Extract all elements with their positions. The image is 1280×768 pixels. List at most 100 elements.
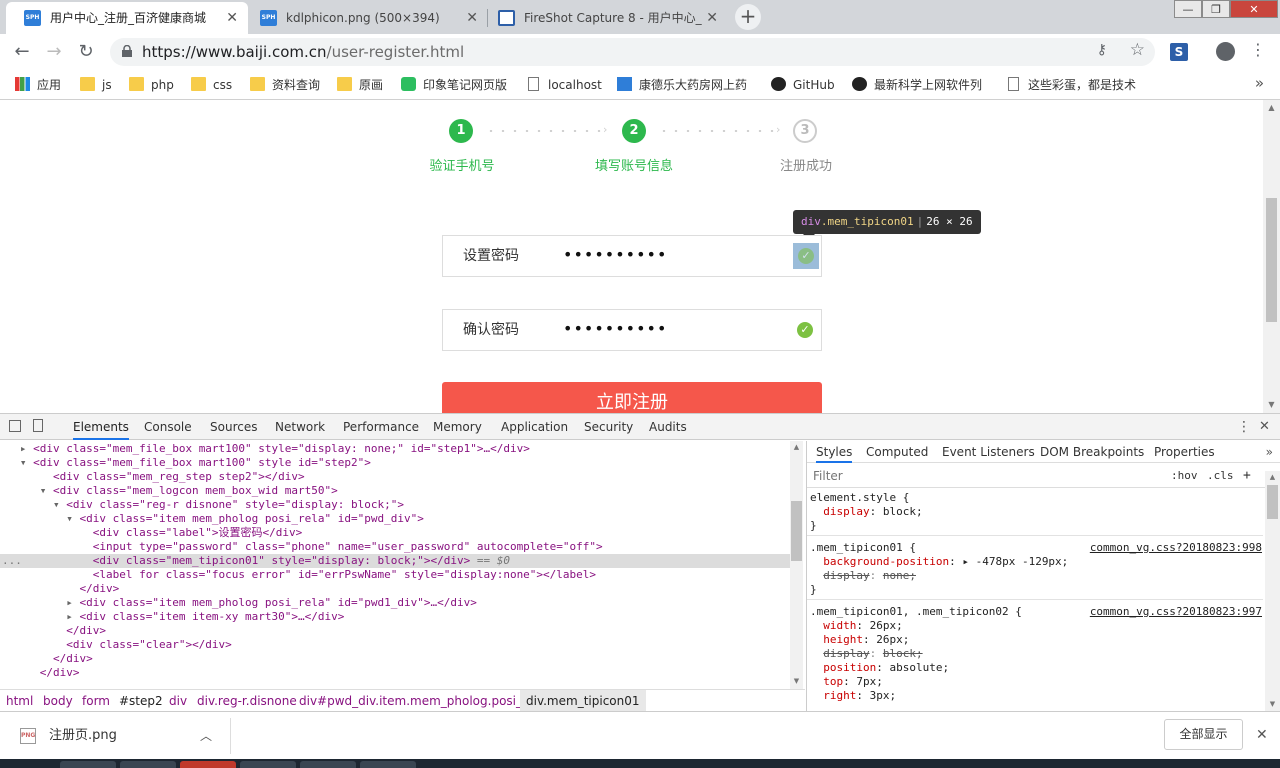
url-text[interactable]: https://www.baiji.com.cn/user-register.h… xyxy=(142,38,464,66)
dom-node[interactable]: <label for class="focus error" id="errPs… xyxy=(0,568,790,582)
property-value[interactable]: none; xyxy=(883,569,916,582)
back-arrow-icon[interactable]: ← xyxy=(10,40,34,64)
tab-application[interactable]: Application xyxy=(501,414,568,440)
bookmark-reference[interactable]: 资料查询 xyxy=(250,76,320,94)
bookmark-pharmacy[interactable]: 康德乐大药房网上药 xyxy=(617,76,757,94)
bookmark-php[interactable]: php xyxy=(129,76,174,94)
property-value[interactable]: block; xyxy=(883,647,923,660)
taskbar-app[interactable] xyxy=(360,761,416,768)
scrollbar-thumb[interactable] xyxy=(1267,485,1278,519)
dom-node[interactable]: ▸ <div class="item item-xy mart30">…</di… xyxy=(0,610,790,624)
property-value[interactable]: 26px; xyxy=(870,619,903,632)
window-maximize-button[interactable]: ❐ xyxy=(1202,0,1230,18)
register-button[interactable]: 立即注册 xyxy=(442,382,822,413)
tab-close-icon[interactable]: ✕ xyxy=(706,2,718,34)
tab-dom-breakpoints[interactable]: DOM Breakpoints xyxy=(1040,441,1144,463)
set-password-field[interactable]: 设置密码 •••••••••• xyxy=(442,235,822,277)
tab-styles[interactable]: Styles xyxy=(816,441,853,463)
dom-node[interactable]: </div> xyxy=(0,624,790,638)
class-toggle[interactable]: .cls xyxy=(1207,464,1234,488)
scrollbar-thumb[interactable] xyxy=(1266,198,1277,322)
inspect-element-icon[interactable] xyxy=(9,420,21,432)
tab-computed[interactable]: Computed xyxy=(866,441,928,463)
property-name[interactable]: display xyxy=(823,569,869,582)
node-menu-icon[interactable]: ... xyxy=(2,554,22,568)
taskbar-app[interactable] xyxy=(240,761,296,768)
downloads-close-icon[interactable]: ✕ xyxy=(1256,712,1268,758)
breadcrumb-item[interactable]: #step2 xyxy=(119,690,163,712)
elements-tree[interactable]: ▸ <div class="mem_file_box mart100" styl… xyxy=(0,441,790,689)
dom-node[interactable]: </div> xyxy=(0,652,790,666)
download-filename[interactable]: 注册页.png xyxy=(49,712,117,760)
css-declaration[interactable]: display: block; xyxy=(810,505,1262,519)
property-name[interactable]: position xyxy=(823,661,876,674)
bookmark-science[interactable]: 最新科学上网软件列 xyxy=(852,76,992,94)
tab-console[interactable]: Console xyxy=(144,414,192,440)
bookmark-easter-eggs[interactable]: 这些彩蛋，都是技术 xyxy=(1006,76,1146,94)
rule-source-link[interactable]: common_vg.css?20180823:998 xyxy=(1090,541,1262,555)
chrome-menu-icon[interactable]: ⋮ xyxy=(1250,40,1266,59)
property-value[interactable]: 7px; xyxy=(856,675,883,688)
scrollbar-thumb[interactable] xyxy=(791,501,802,561)
breadcrumb-item[interactable]: div.reg-r.disnone xyxy=(197,690,297,712)
dom-node-selected[interactable]: ... <div class="mem_tipicon01" style="di… xyxy=(0,554,790,568)
star-icon[interactable]: ☆ xyxy=(1130,40,1145,60)
property-name[interactable]: display xyxy=(823,647,869,660)
scroll-up-icon[interactable]: ▲ xyxy=(1263,103,1280,112)
chevron-up-icon[interactable]: ︿ xyxy=(200,712,212,760)
show-all-downloads-button[interactable]: 全部显示 xyxy=(1164,719,1243,750)
hover-state-toggle[interactable]: :hov xyxy=(1171,464,1198,488)
device-toolbar-icon[interactable] xyxy=(33,419,43,432)
scroll-up-icon[interactable]: ▲ xyxy=(1265,473,1280,481)
key-icon[interactable]: ⚷ xyxy=(1097,42,1107,58)
tab-elements[interactable]: Elements xyxy=(73,414,129,440)
bookmark-github[interactable]: GitHub xyxy=(771,76,835,94)
tab-close-icon[interactable]: ✕ xyxy=(466,2,478,34)
scroll-down-icon[interactable]: ▼ xyxy=(790,677,803,685)
property-name[interactable]: width xyxy=(823,619,856,632)
dom-node[interactable]: </div> xyxy=(0,666,790,680)
breadcrumb-item[interactable]: body xyxy=(43,690,73,712)
taskbar-app[interactable] xyxy=(120,761,176,768)
property-name[interactable]: display xyxy=(823,505,869,518)
property-value[interactable]: 26px; xyxy=(876,633,909,646)
dom-node[interactable]: </div> xyxy=(0,582,790,596)
bookmark-apps[interactable]: 应用 xyxy=(15,76,61,94)
confirm-password-field[interactable]: 确认密码 •••••••••• ✓ xyxy=(442,309,822,351)
dom-node[interactable]: <input type="password" class="phone" nam… xyxy=(0,540,790,554)
breadcrumb-item[interactable]: html xyxy=(6,690,33,712)
dom-node[interactable]: <div class="clear"></div> xyxy=(0,638,790,652)
tab-properties[interactable]: Properties xyxy=(1154,441,1215,463)
dom-node[interactable]: ▾ <div class="item mem_pholog posi_rela"… xyxy=(0,512,790,526)
scroll-down-icon[interactable]: ▼ xyxy=(1265,700,1280,708)
css-declaration[interactable]: width: 26px; xyxy=(810,619,1262,633)
tab-sources[interactable]: Sources xyxy=(210,414,257,440)
bookmark-evernote[interactable]: 印象笔记网页版 xyxy=(401,76,507,94)
styles-scrollbar[interactable]: ▲ ▼ xyxy=(1265,471,1280,712)
rule-source-link[interactable]: common_vg.css?20180823:997 xyxy=(1090,605,1262,619)
browser-tab-active[interactable]: SPH 用户中心_注册_百济健康商城 ✕ xyxy=(6,2,248,34)
breadcrumb-item[interactable]: div#pwd_div.item.mem_pholog.posi_rela xyxy=(299,690,545,712)
scroll-down-icon[interactable]: ▼ xyxy=(1263,400,1280,409)
property-value[interactable]: absolute; xyxy=(889,661,949,674)
css-rules-list[interactable]: element.style { display: block; } .mem_t… xyxy=(807,489,1263,709)
property-name[interactable]: background-position xyxy=(823,555,949,568)
dom-node[interactable]: ▸ <div class="item mem_pholog posi_rela"… xyxy=(0,596,790,610)
tab-network[interactable]: Network xyxy=(275,414,325,440)
taskbar-app[interactable] xyxy=(60,761,116,768)
tab-security[interactable]: Security xyxy=(584,414,633,440)
property-name[interactable]: top xyxy=(823,675,843,688)
taskbar-app[interactable] xyxy=(300,761,356,768)
taskbar-app[interactable] xyxy=(180,761,236,768)
property-value[interactable]: ▸ -478px -129px; xyxy=(962,555,1068,568)
bookmark-css[interactable]: css xyxy=(191,76,232,94)
tab-event-listeners[interactable]: Event Listeners xyxy=(942,441,1035,463)
devtools-close-icon[interactable]: ✕ xyxy=(1259,414,1270,440)
new-tab-button[interactable]: + xyxy=(735,4,761,30)
dom-node[interactable]: <div class="mem_reg_step step2"></div> xyxy=(0,470,790,484)
breadcrumb-item[interactable]: form xyxy=(82,690,110,712)
elements-scrollbar[interactable]: ▲ ▼ xyxy=(790,441,803,689)
add-rule-button[interactable]: + xyxy=(1243,464,1251,488)
bookmark-js[interactable]: js xyxy=(80,76,112,94)
property-name[interactable]: right xyxy=(823,689,856,702)
